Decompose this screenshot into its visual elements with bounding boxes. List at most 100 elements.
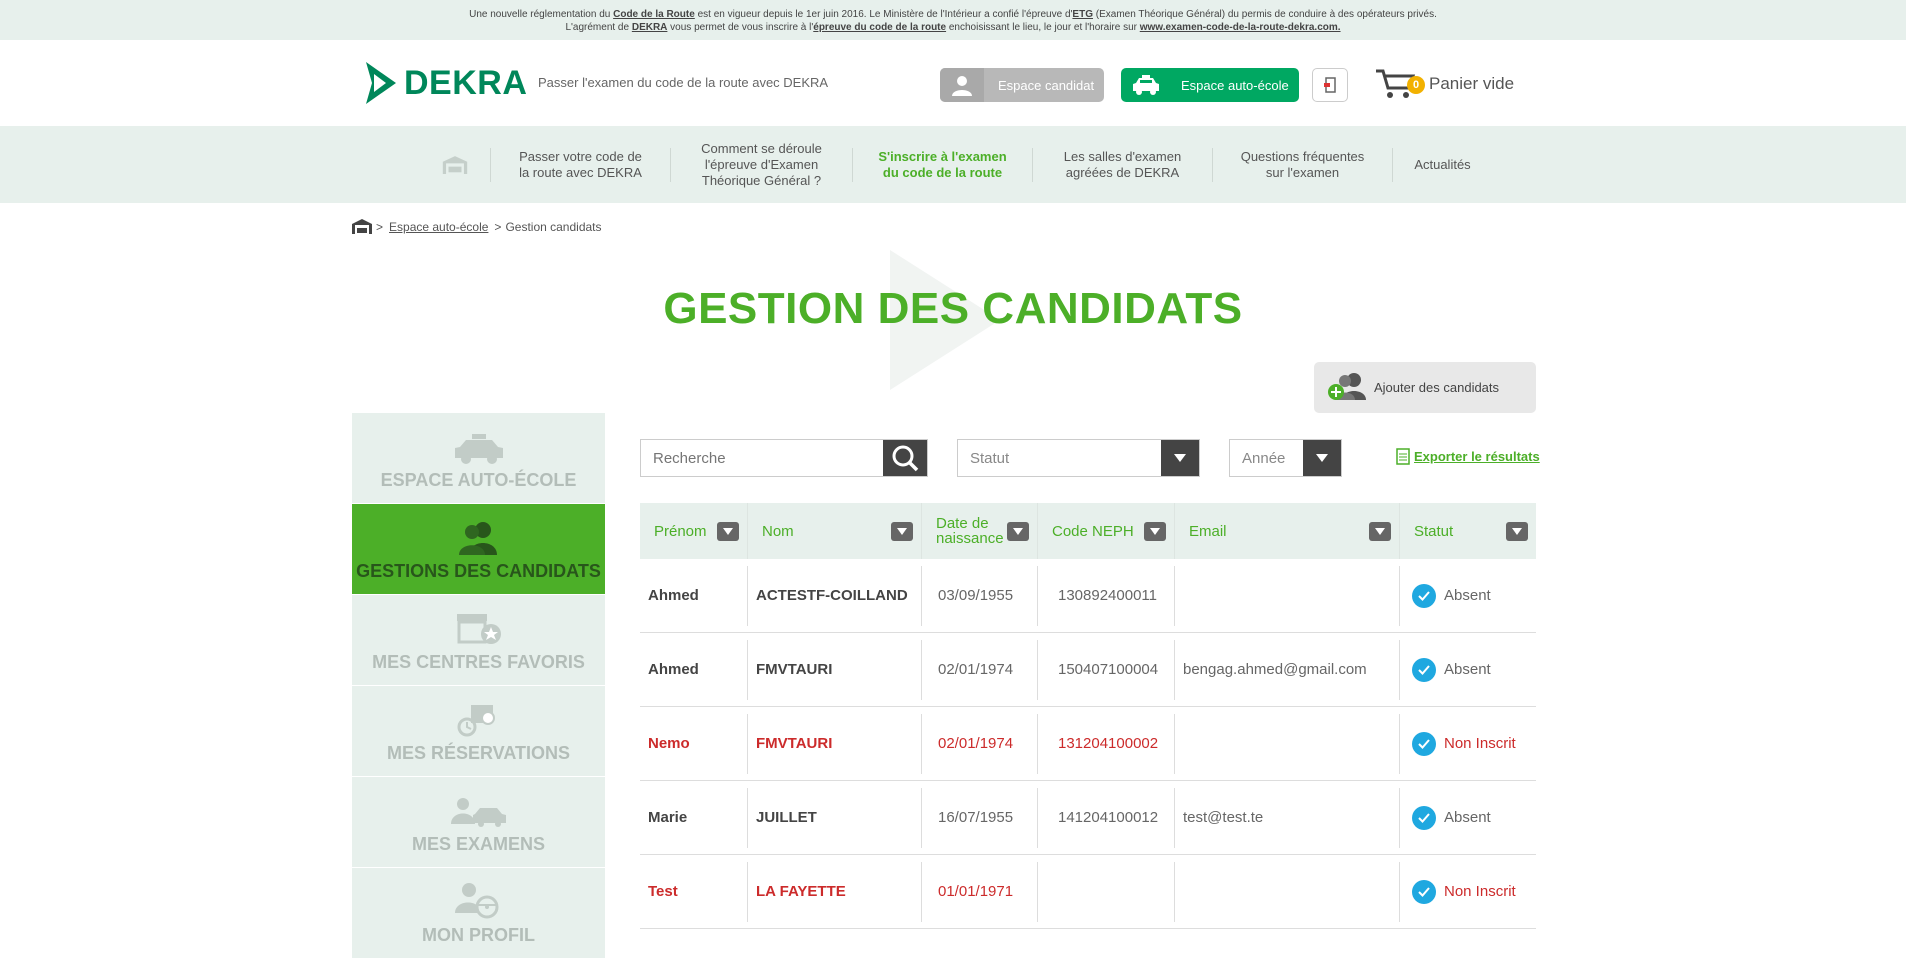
cell-email <box>1175 713 1400 774</box>
check-circle-icon <box>1412 805 1436 830</box>
announcement-text: est en vigueur depuis le 1er juin 2016. … <box>694 9 1073 20</box>
breadcrumb-link-espace[interactable]: Espace auto-école <box>389 220 488 234</box>
export-label: Exporter le résultats <box>1414 449 1540 464</box>
column-header-naissance[interactable]: Date de naissance <box>922 503 1038 559</box>
year-select-value: Année <box>1242 449 1286 467</box>
nav-item-faq[interactable]: Questions fréquentes sur l'examen <box>1212 147 1392 182</box>
search-input[interactable] <box>641 440 884 476</box>
cell-nom: FMVTAURI <box>748 639 922 700</box>
cell-nom: LA FAYETTE <box>748 861 922 922</box>
cell-nom: ACTESTF-COILLAND <box>748 565 922 626</box>
dekra-link[interactable]: DEKRA <box>632 22 668 33</box>
sidebar-item-label: ESPACE AUTO-ÉCOLE <box>380 470 577 490</box>
sidebar-item-gestion-candidats[interactable]: GESTIONS DES CANDIDATS <box>352 504 605 595</box>
cell-prenom: Ahmed <box>640 639 748 700</box>
nav-item-inscription[interactable]: S'inscrire à l'examen du code de la rout… <box>852 147 1032 182</box>
driving-school-space-button[interactable]: Espace auto-école <box>1121 68 1299 102</box>
cell-statut: Non Inscrit <box>1400 714 1536 774</box>
column-label: Code NEPH <box>1052 522 1134 540</box>
car-icon <box>454 434 503 464</box>
announcement-line-2: L'agrément de DEKRA vous permet de vous … <box>0 21 1906 34</box>
epreuve-link[interactable]: épreuve du code de la route <box>813 22 946 33</box>
sidebar-item-label: MES EXAMENS <box>411 834 546 854</box>
nav-item-actualites[interactable]: Actualités <box>1392 147 1492 182</box>
nav-home[interactable] <box>420 148 490 182</box>
chevron-down-icon[interactable] <box>717 521 739 541</box>
cell-prenom: Marie <box>640 787 748 848</box>
column-header-neph[interactable]: Code NEPH <box>1038 503 1175 559</box>
home-garage-icon <box>442 155 468 174</box>
announcement-text: vous permet de vous inscrire à l' <box>667 22 814 33</box>
chevron-down-icon <box>1303 440 1341 476</box>
announcement-text: (Examen Théorique Général) du permis de … <box>1092 9 1437 20</box>
sidebar-item-profil[interactable]: MON PROFIL <box>352 868 605 959</box>
column-header-statut[interactable]: Statut <box>1400 503 1536 559</box>
nav-item-deroulement[interactable]: Comment se déroule l'épreuve d'Examen Th… <box>670 141 852 188</box>
search-box <box>640 439 928 477</box>
cell-email: bengag.ahmed@gmail.com <box>1175 639 1400 700</box>
sidebar: ESPACE AUTO-ÉCOLE GESTIONS DES CANDIDATS… <box>352 413 605 959</box>
search-button[interactable] <box>883 440 927 476</box>
cell-email <box>1175 565 1400 626</box>
taxi-icon <box>1121 68 1171 102</box>
chevron-down-icon[interactable] <box>1144 521 1166 541</box>
dekra-logo[interactable]: DEKRA <box>364 62 527 104</box>
sidebar-item-label: MES RÉSERVATIONS <box>386 743 571 763</box>
cell-prenom: Test <box>640 861 748 922</box>
add-candidates-button[interactable]: Ajouter des candidats <box>1314 362 1536 413</box>
nav-item-passer-code[interactable]: Passer votre code de la route avec DEKRA <box>490 147 670 182</box>
chevron-down-icon[interactable] <box>1007 521 1029 541</box>
code-route-link[interactable]: Code de la Route <box>613 9 695 20</box>
cell-statut: Absent <box>1400 788 1536 848</box>
page-title: GESTION DES CANDIDATS <box>663 284 1243 333</box>
column-header-email[interactable]: Email <box>1175 503 1400 559</box>
announcement-text: Une nouvelle réglementation du <box>469 9 614 20</box>
announcement-line-1: Une nouvelle réglementation du Code de l… <box>0 8 1906 21</box>
sidebar-item-reservations[interactable]: MES RÉSERVATIONS <box>352 686 605 777</box>
home-icon[interactable] <box>352 219 372 234</box>
table-row[interactable]: Ahmed FMVTAURI 02/01/1974 150407100004 b… <box>640 633 1536 707</box>
status-text: Non Inscrit <box>1444 735 1516 752</box>
cell-naissance: 01/01/1971 <box>922 861 1038 922</box>
sidebar-item-label: GESTIONS DES CANDIDATS <box>356 561 601 581</box>
table-row[interactable]: Test LA FAYETTE 01/01/1971 Non Inscrit <box>640 855 1536 929</box>
table-row[interactable]: Marie JUILLET 16/07/1955 141204100012 te… <box>640 781 1536 855</box>
export-link[interactable]: Exporter le résultats <box>1396 448 1540 465</box>
sidebar-item-centres-favoris[interactable]: MES CENTRES FAVORIS <box>352 595 605 686</box>
chevron-down-icon <box>1161 440 1199 476</box>
add-candidates-label: Ajouter des candidats <box>1374 380 1500 395</box>
cell-neph <box>1038 861 1175 922</box>
etg-link[interactable]: ETG <box>1072 9 1093 20</box>
check-circle-icon <box>1412 731 1436 756</box>
chevron-down-icon[interactable] <box>891 521 913 541</box>
table-row[interactable]: Nemo FMVTAURI 02/01/1974 131204100002 No… <box>640 707 1536 781</box>
sidebar-item-examens[interactable]: MES EXAMENS <box>352 777 605 868</box>
check-circle-icon <box>1412 879 1436 904</box>
search-icon <box>892 445 919 472</box>
chevron-down-icon[interactable] <box>1369 521 1391 541</box>
status-text: Non Inscrit <box>1444 883 1516 900</box>
table-row[interactable]: Ahmed ACTESTF-COILLAND 03/09/1955 130892… <box>640 559 1536 633</box>
check-circle-icon <box>1412 583 1436 608</box>
breadcrumb-separator: > <box>494 219 502 234</box>
check-circle-icon <box>1412 657 1436 682</box>
website-link[interactable]: www.examen-code-de-la-route-dekra.com. <box>1140 22 1341 33</box>
site-header: DEKRA Passer l'examen du code de la rout… <box>0 40 1906 126</box>
cell-neph: 131204100002 <box>1038 713 1175 774</box>
logout-button[interactable] <box>1312 68 1348 102</box>
column-header-nom[interactable]: Nom <box>748 503 922 559</box>
year-select[interactable]: Année <box>1229 439 1342 477</box>
chevron-down-icon[interactable] <box>1506 521 1528 541</box>
column-label: Nom <box>762 522 794 540</box>
column-header-prenom[interactable]: Prénom <box>640 503 748 559</box>
candidate-space-button[interactable]: Espace candidat <box>940 68 1104 102</box>
candidate-space-label: Espace candidat <box>998 77 1095 93</box>
status-select[interactable]: Statut <box>957 439 1200 477</box>
cart-button[interactable]: 0 Panier vide <box>1375 68 1514 100</box>
column-label: Statut <box>1414 522 1454 540</box>
dekra-play-icon <box>366 62 396 104</box>
cell-email: test@test.te <box>1175 787 1400 848</box>
sidebar-item-espace-auto-ecole[interactable]: ESPACE AUTO-ÉCOLE <box>352 413 605 504</box>
person-wheel-icon <box>454 883 498 919</box>
nav-item-salles[interactable]: Les salles d'examen agréées de DEKRA <box>1032 147 1212 182</box>
